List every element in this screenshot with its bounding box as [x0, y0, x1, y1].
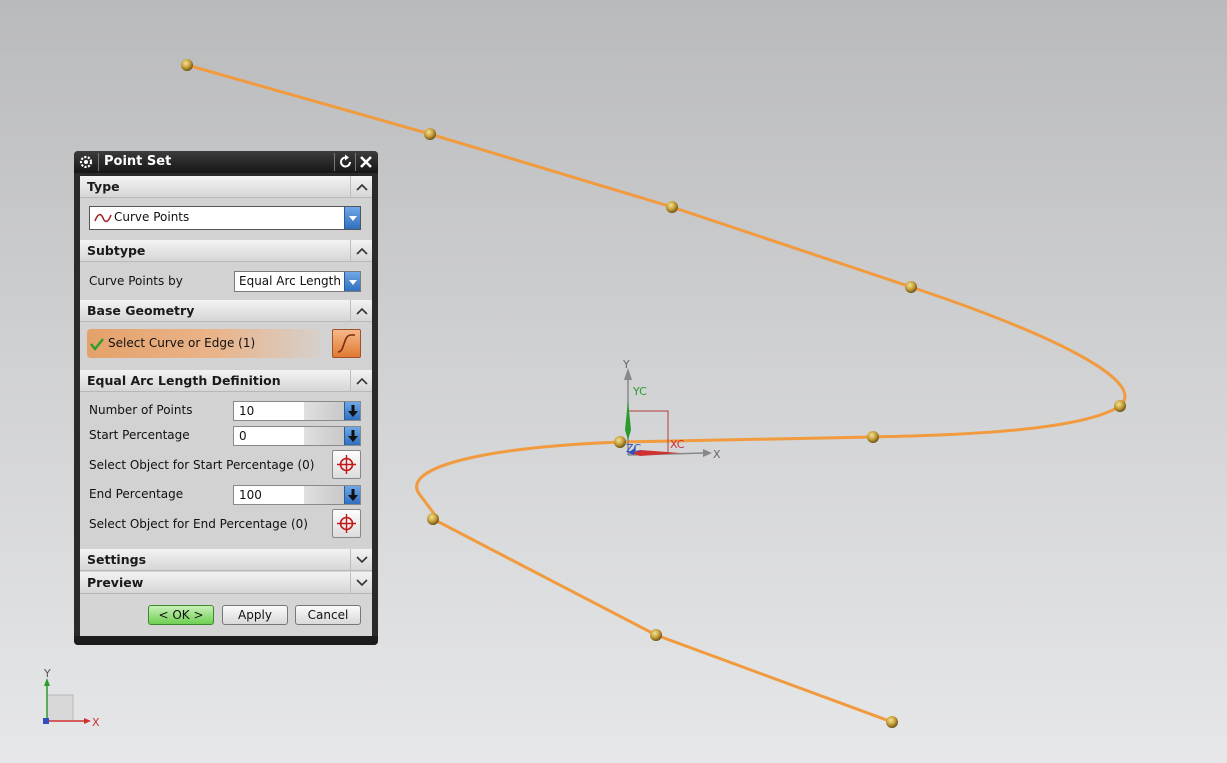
triad-y-label: Y — [43, 667, 51, 680]
section-subtype-title: Subtype — [87, 243, 146, 258]
section-type-title: Type — [87, 179, 120, 194]
wcs-zc-label: ZC — [626, 442, 642, 455]
start-percentage-value: 0 — [239, 429, 247, 443]
chevron-down-icon[interactable] — [351, 549, 373, 571]
wcs-yc-label: YC — [632, 385, 647, 398]
arrow-down-icon[interactable] — [345, 486, 361, 504]
select-start-object-button[interactable] — [332, 450, 361, 479]
wcs-x-label: X — [713, 448, 721, 461]
curve-point[interactable] — [886, 716, 898, 728]
section-equal-arc-title: Equal Arc Length Definition — [87, 373, 281, 388]
select-end-object-button[interactable] — [332, 509, 361, 538]
section-settings-title: Settings — [87, 552, 147, 567]
crosshair-icon — [337, 514, 356, 533]
section-equal-arc-header[interactable]: Equal Arc Length Definition — [80, 370, 372, 392]
end-percentage-input[interactable]: 100 — [233, 485, 361, 505]
curve-point[interactable] — [650, 629, 662, 641]
number-of-points-label: Number of Points — [89, 403, 193, 417]
section-base-geometry-header[interactable]: Base Geometry — [80, 300, 372, 322]
number-of-points-input[interactable]: 10 — [233, 401, 361, 421]
section-settings-header[interactable]: Settings — [80, 549, 372, 571]
number-of-points-value: 10 — [239, 404, 255, 418]
dropdown-arrow-icon[interactable] — [345, 207, 361, 229]
s-curve-icon — [337, 334, 355, 353]
dialog-titlebar[interactable]: Point Set — [74, 151, 378, 173]
curve-point[interactable] — [666, 201, 678, 213]
curve-point[interactable] — [905, 281, 917, 293]
chevron-up-icon[interactable] — [351, 370, 373, 392]
start-percentage-label: Start Percentage — [89, 428, 190, 442]
wcs-y-label: Y — [622, 358, 630, 371]
section-equal-arc-content: Number of Points 10 Start Percentage 0 S… — [80, 392, 372, 548]
chevron-up-icon[interactable] — [351, 240, 373, 262]
dialog-title: Point Set — [104, 154, 172, 169]
section-preview-title: Preview — [87, 575, 144, 590]
chevron-up-icon[interactable] — [351, 176, 373, 198]
section-type-content: Curve Points — [80, 198, 372, 240]
type-dropdown-value: Curve Points — [114, 210, 190, 224]
start-percentage-input[interactable]: 0 — [233, 426, 361, 446]
view-triad: Y X — [43, 667, 100, 729]
select-curve-label: Select Curve or Edge (1) — [108, 336, 256, 350]
curve-point[interactable] — [424, 128, 436, 140]
arrow-down-icon[interactable] — [345, 427, 361, 445]
curve-type-icon — [94, 213, 112, 223]
chevron-down-icon[interactable] — [351, 572, 373, 594]
select-curve-row[interactable]: Select Curve or Edge (1) — [87, 329, 321, 358]
select-end-object-label: Select Object for End Percentage (0) — [89, 517, 308, 531]
section-base-geometry-content: Select Curve or Edge (1) — [80, 322, 372, 370]
curve-points-by-label: Curve Points by — [89, 274, 183, 288]
wcs-xc-label: XC — [670, 438, 685, 451]
section-base-geometry-title: Base Geometry — [87, 303, 195, 318]
close-icon[interactable] — [357, 153, 375, 171]
crosshair-icon — [337, 455, 356, 474]
section-type-header[interactable]: Type — [80, 176, 372, 198]
end-percentage-label: End Percentage — [89, 487, 184, 501]
end-percentage-value: 100 — [239, 488, 262, 502]
curve-point[interactable] — [427, 513, 439, 525]
curve-points-by-value: Equal Arc Length — [239, 274, 341, 288]
curve-select-button[interactable] — [332, 329, 361, 358]
dialog-footer — [74, 636, 378, 645]
section-subtype-content: Curve Points by Equal Arc Length — [80, 262, 372, 300]
cancel-button[interactable]: Cancel — [295, 605, 361, 625]
curve-point[interactable] — [614, 436, 626, 448]
point-set-dialog: Point Set Type Curve Points Subtype Curv… — [74, 151, 378, 645]
select-start-object-label: Select Object for Start Percentage (0) — [89, 458, 315, 472]
apply-button[interactable]: Apply — [222, 605, 288, 625]
chevron-up-icon[interactable] — [351, 300, 373, 322]
checkmark-icon — [90, 338, 104, 351]
wcs-axes[interactable]: Y YC XC ZC X — [622, 358, 721, 461]
dropdown-arrow-icon[interactable] — [345, 272, 361, 292]
type-dropdown[interactable]: Curve Points — [89, 206, 361, 230]
triad-x-label: X — [92, 716, 100, 729]
curve-points-by-dropdown[interactable]: Equal Arc Length — [234, 271, 361, 292]
section-subtype-header[interactable]: Subtype — [80, 240, 372, 262]
dialog-body: Type Curve Points Subtype Curve Points b… — [80, 176, 372, 636]
curve-point[interactable] — [867, 431, 879, 443]
curve-point[interactable] — [1114, 400, 1126, 412]
curve-point[interactable] — [181, 59, 193, 71]
arrow-down-icon[interactable] — [345, 402, 361, 420]
reset-icon[interactable] — [337, 153, 355, 171]
section-preview-header[interactable]: Preview — [80, 572, 372, 594]
ok-button[interactable]: < OK > — [148, 605, 214, 625]
gear-icon[interactable] — [78, 154, 94, 170]
